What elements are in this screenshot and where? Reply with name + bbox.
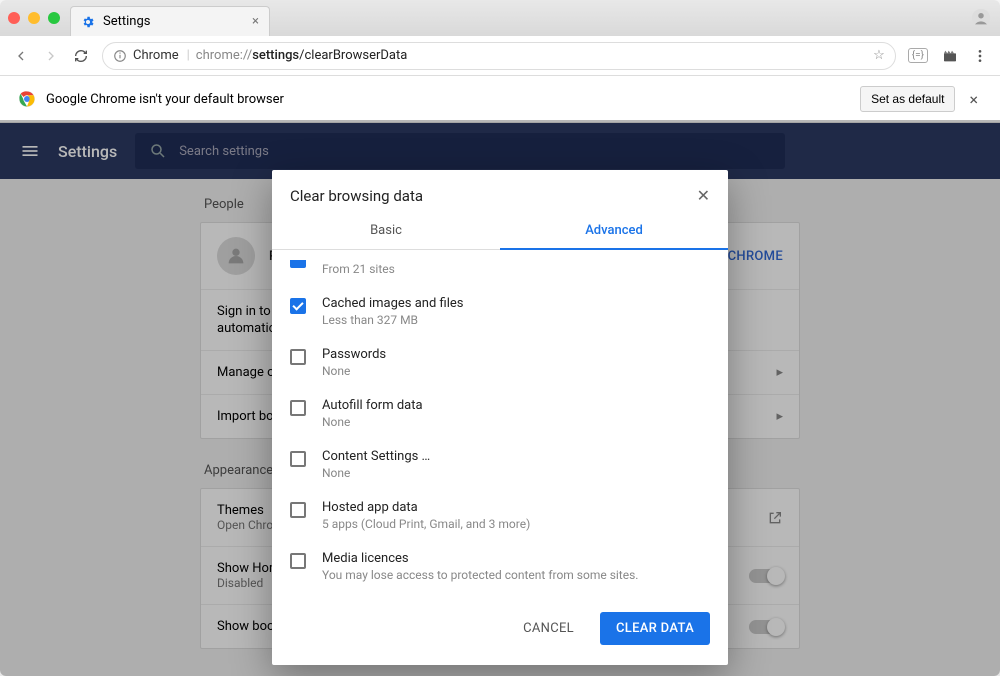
clear-data-button[interactable]: CLEAR DATA [600,612,710,645]
checkbox-icon[interactable] [290,451,306,467]
option-title: Passwords [322,347,386,362]
option-cookies-partial[interactable]: From 21 sites [290,256,710,286]
option-media-licences[interactable]: Media licences You may lose access to pr… [290,541,710,592]
chrome-icon [18,90,36,108]
gear-icon [81,15,95,29]
navigation-toolbar: Chrome | chrome://settings/clearBrowserD… [0,36,1000,76]
url-host: settings [252,48,299,63]
dialog-title: Clear browsing data [290,187,423,205]
url-info-label: Chrome [133,48,179,63]
option-cached[interactable]: Cached images and files Less than 327 MB [290,286,710,337]
minimize-window-button[interactable] [28,12,40,24]
option-sub: You may lose access to protected content… [322,568,638,582]
close-tab-icon[interactable]: × [252,14,259,29]
option-sub: 5 apps (Cloud Print, Gmail, and 3 more) [322,517,530,531]
tab-advanced[interactable]: Advanced [500,213,728,250]
tab-basic[interactable]: Basic [272,213,500,250]
url-scheme: chrome:// [196,48,252,63]
checkbox-icon[interactable] [290,502,306,518]
option-passwords[interactable]: Passwords None [290,337,710,388]
extension-clapper-icon[interactable] [942,48,958,64]
checkbox-icon[interactable] [290,260,306,268]
person-icon [970,7,992,29]
infobar-close-icon[interactable]: × [965,90,982,109]
dialog-body: From 21 sites Cached images and files Le… [272,250,728,596]
dialog-close-icon[interactable]: ✕ [697,186,710,205]
tab-title: Settings [103,14,150,29]
forward-button[interactable] [42,48,60,64]
option-title: Content Settings … [322,449,430,464]
address-bar[interactable]: Chrome | chrome://settings/clearBrowserD… [102,42,896,70]
option-autofill[interactable]: Autofill form data None [290,388,710,439]
option-content-settings[interactable]: Content Settings … None [290,439,710,490]
info-icon [113,49,127,63]
infobar-message: Google Chrome isn't your default browser [46,92,284,107]
option-title: Autofill form data [322,398,423,413]
checkbox-icon[interactable] [290,400,306,416]
option-hosted-apps[interactable]: Hosted app data 5 apps (Cloud Print, Gma… [290,490,710,541]
browser-window: Settings × Chrome | chrome://settings/cl… [0,0,1000,676]
option-sub: From 21 sites [322,262,395,276]
checkbox-icon[interactable] [290,349,306,365]
reload-button[interactable] [72,48,90,64]
clear-data-dialog: Clear browsing data ✕ Basic Advanced Fro… [272,170,728,665]
menu-button[interactable] [972,48,988,64]
close-window-button[interactable] [8,12,20,24]
back-button[interactable] [12,48,30,64]
cancel-button[interactable]: CANCEL [509,612,588,645]
checkbox-icon[interactable] [290,298,306,314]
checkbox-icon[interactable] [290,553,306,569]
option-sub: None [322,415,423,429]
tab-strip: Settings × [0,0,1000,36]
maximize-window-button[interactable] [48,12,60,24]
tab-settings[interactable]: Settings × [70,6,270,36]
url-path: /clearBrowserData [299,48,407,63]
option-title: Hosted app data [322,500,530,515]
option-title: Cached images and files [322,296,463,311]
option-title: Media licences [322,551,638,566]
window-controls [8,12,60,24]
dialog-tabs: Basic Advanced [272,213,728,250]
profile-avatar-button[interactable] [970,7,992,29]
bookmark-star-icon[interactable]: ☆ [873,48,885,63]
extension-icon[interactable]: {=} [908,48,928,63]
option-sub: None [322,466,430,480]
option-sub: Less than 327 MB [322,313,463,327]
set-default-button[interactable]: Set as default [860,86,955,112]
infobar-default-browser: Google Chrome isn't your default browser… [0,76,1000,123]
option-sub: None [322,364,386,378]
